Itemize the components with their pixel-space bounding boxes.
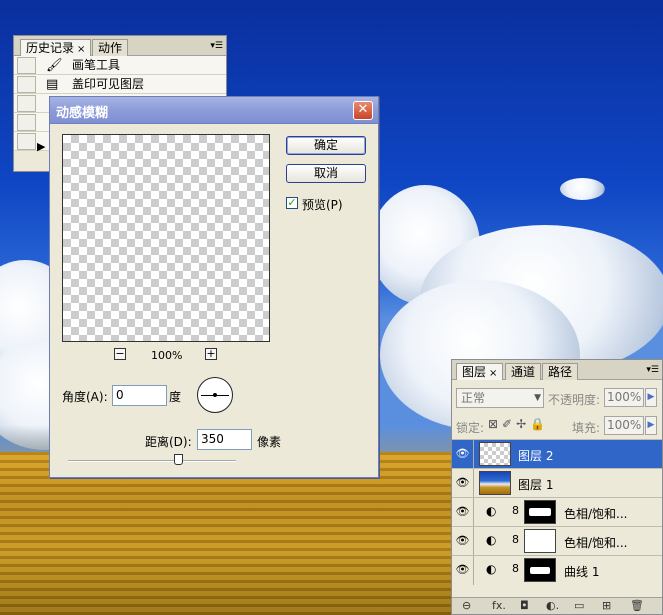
fill-slider-button[interactable]: ▶ [645,416,657,435]
chevron-down-icon: ▼ [534,393,541,403]
cancel-button[interactable]: 取消 [286,164,366,183]
tab-history-label: 历史记录 [26,41,75,55]
lock-icons[interactable]: ⊠✐✢🔒 [488,417,549,431]
layer-name: 色相/饱和... [564,507,628,521]
layers-panel: 图层 × 通道 路径 ▾☰ 正常 ▼ 不透明度: 100% ▶ 锁定: ⊠✐✢🔒 … [451,359,663,615]
tab-channels[interactable]: 通道 [505,363,542,380]
layer-thumbnail [479,442,511,466]
dialog-title: 动感模糊 [56,106,109,121]
link-icon[interactable]: 8 [512,504,519,517]
zoom-out-button[interactable]: − [114,348,126,360]
history-item[interactable]: ▤ 盖印可见图层 [14,75,226,94]
angle-dial-center [213,393,217,397]
blend-mode-select[interactable]: 正常 ▼ [456,388,544,408]
angle-unit: 度 [169,390,182,404]
layer-mask-thumbnail [524,500,556,524]
layer-thumbnail [479,471,511,495]
filter-preview-area[interactable] [62,134,270,342]
close-icon[interactable]: × [489,368,497,379]
distance-unit: 像素 [257,435,282,449]
layer-name: 曲线 1 [564,565,600,579]
panel-menu-icon[interactable]: ▾☰ [646,365,659,375]
brush-icon: 🖌 [46,58,63,73]
tab-paths-label: 路径 [548,365,573,379]
fill-label: 填充: [572,421,601,435]
motion-blur-dialog: 动感模糊 ✕ − 100% + 确定 取消 ✓ 预览(P) 角度(A): 0 度… [49,96,379,478]
layer-name: 图层 1 [518,478,554,492]
history-item[interactable]: 🖌 画笔工具 [14,56,226,75]
history-item-label: 画笔工具 [72,58,121,72]
trash-icon[interactable]: 🗑 [630,599,644,612]
snapshot-checkbox[interactable] [17,114,36,131]
snapshot-checkbox[interactable] [17,95,36,112]
ok-button[interactable]: 确定 [286,136,366,155]
close-icon[interactable]: × [77,44,85,55]
layer-mask-thumbnail [524,558,556,582]
opacity-label: 不透明度: [548,393,601,407]
layer-name: 图层 2 [518,449,554,463]
distance-slider-thumb[interactable] [174,454,183,465]
tab-channels-label: 通道 [511,365,536,379]
stamp-layer-icon: ▤ [46,77,59,92]
new-adjustment-layer-icon[interactable]: ◐. [546,599,559,612]
distance-slider-track[interactable] [68,460,236,462]
snapshot-checkbox[interactable] [17,76,36,93]
cloud [560,178,605,200]
blend-mode-value: 正常 [461,391,486,405]
layer-row[interactable]: 👁 图层 2 [452,439,662,469]
visibility-eye-icon[interactable]: 👁 [452,440,474,469]
adjustment-layer-icon: ◐ [486,504,497,518]
angle-dial[interactable] [197,377,233,413]
zoom-level: 100% [151,349,183,362]
distance-input[interactable]: 350 [197,429,252,450]
link-icon[interactable]: 8 [512,562,519,575]
tab-layers[interactable]: 图层 × [456,363,504,380]
angle-label: 角度(A): [62,390,108,404]
visibility-eye-icon[interactable]: 👁 [452,556,474,585]
layer-row[interactable]: 👁 ◐ 8 曲线 1 [452,555,662,585]
adjustment-layer-icon: ◐ [486,562,497,576]
lock-label: 锁定: [456,421,485,435]
panel-menu-icon[interactable]: ▾☰ [210,41,223,51]
distance-label: 距离(D): [145,435,192,449]
visibility-eye-icon[interactable]: 👁 [452,527,474,556]
tab-actions[interactable]: 动作 [92,39,129,56]
layers-tabbar: 图层 × 通道 路径 ▾☰ [452,360,662,380]
history-tabbar: 历史记录 × 动作 ▾☰ [14,36,226,56]
adjustment-layer-icon: ◐ [486,533,497,547]
link-layers-icon[interactable]: ⊖ [462,599,471,612]
layer-mask-thumbnail [524,529,556,553]
add-mask-icon[interactable]: ◘ [520,599,529,612]
new-group-icon[interactable]: ▭ [574,599,584,612]
layer-name: 色相/饱和... [564,536,628,550]
opacity-input[interactable]: 100% [604,388,644,407]
history-state-marker-icon: ▶ [37,140,46,153]
preview-checkbox[interactable]: ✓ [286,197,298,209]
layer-style-icon[interactable]: fx. [492,599,506,612]
tab-actions-label: 动作 [98,41,123,55]
opacity-slider-button[interactable]: ▶ [645,388,657,407]
fill-input[interactable]: 100% [604,416,644,435]
tab-history[interactable]: 历史记录 × [20,39,92,56]
zoom-in-button[interactable]: + [205,348,217,360]
new-layer-icon[interactable]: ⊞ [602,599,611,612]
snapshot-checkbox[interactable] [17,133,36,150]
tab-layers-label: 图层 [462,365,487,379]
history-item-label: 盖印可见图层 [72,77,145,91]
layer-row[interactable]: 👁 ◐ 8 色相/饱和... [452,526,662,556]
close-button[interactable]: ✕ [353,101,373,120]
angle-input[interactable]: 0 [112,385,167,406]
layer-row[interactable]: 👁 图层 1 [452,468,662,498]
snapshot-checkbox[interactable] [17,57,36,74]
tab-paths[interactable]: 路径 [542,363,579,380]
visibility-eye-icon[interactable]: 👁 [452,469,474,498]
preview-checkbox-label: 预览(P) [302,198,343,212]
layers-bottom-toolbar: ⊖ fx. ◘ ◐. ▭ ⊞ 🗑 [452,597,662,614]
layer-row[interactable]: 👁 ◐ 8 色相/饱和... [452,497,662,527]
link-icon[interactable]: 8 [512,533,519,546]
dialog-titlebar[interactable]: 动感模糊 ✕ [50,97,378,124]
visibility-eye-icon[interactable]: 👁 [452,498,474,527]
